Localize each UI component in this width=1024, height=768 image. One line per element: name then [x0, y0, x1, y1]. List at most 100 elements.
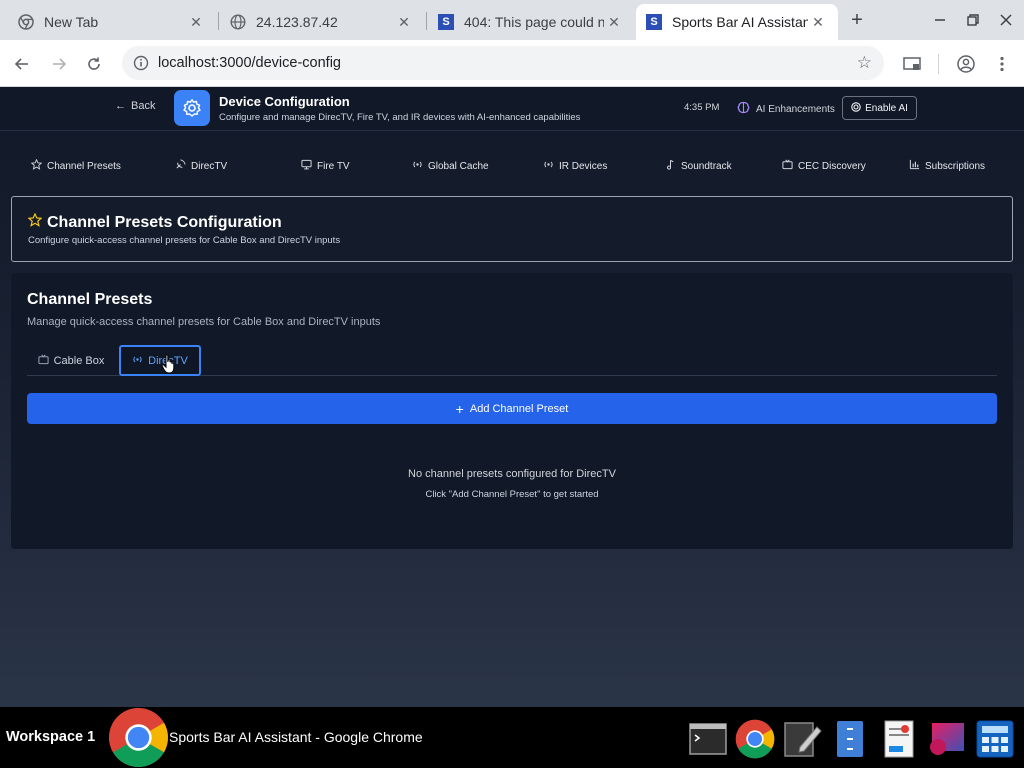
back-button[interactable]: ← Back — [115, 100, 155, 112]
tab-cable-box[interactable]: Cable Box — [27, 345, 115, 376]
browser-tab-strip: New Tab ✕ 24.123.87.42 ✕ S 404: This pag… — [0, 0, 1024, 40]
browser-toolbar: localhost:3000/device-config ☆ — [0, 40, 1024, 87]
image-viewer-icon[interactable] — [927, 719, 967, 759]
page-title: Device Configuration — [219, 94, 350, 109]
tab-soundtrack[interactable]: Soundtrack — [665, 159, 732, 173]
config-card-subtitle: Configure quick-access channel presets f… — [28, 235, 341, 246]
tab-directv-presets[interactable]: DirecTV — [119, 345, 201, 376]
restore-icon[interactable] — [961, 8, 985, 32]
tab-divider — [426, 12, 427, 30]
url-text: localhost:3000/device-config — [158, 55, 341, 71]
enable-ai-label: Enable AI — [865, 102, 908, 114]
ai-enhancements-badge: AI Enhancements — [737, 101, 835, 117]
browser-tab-sports-bar[interactable]: S Sports Bar AI Assistant ✕ — [636, 4, 838, 40]
enable-ai-button[interactable]: Enable AI — [842, 96, 917, 120]
tab-ir-devices[interactable]: IR Devices — [543, 159, 607, 173]
empty-state-hint: Click "Add Channel Preset" to get starte… — [425, 489, 599, 500]
tab-title: New Tab — [44, 14, 99, 30]
tab-global-cache[interactable]: Global Cache — [412, 159, 489, 173]
tab-label: Global Cache — [428, 160, 489, 172]
forward-arrow-icon[interactable] — [47, 52, 71, 76]
address-bar[interactable]: localhost:3000/device-config ☆ — [122, 46, 884, 80]
tab-label: Subscriptions — [925, 160, 986, 172]
tab-fire-tv[interactable]: Fire TV — [301, 159, 350, 173]
device-config-tabs: Channel Presets DirecTV Fire TV Global C… — [0, 131, 1024, 195]
cast-icon[interactable] — [900, 52, 924, 76]
chrome-logo-icon[interactable] — [108, 707, 169, 768]
back-label: Back — [131, 100, 156, 112]
radio-icon — [132, 354, 148, 368]
chrome-icon — [18, 14, 34, 30]
bar-chart-icon — [909, 159, 925, 173]
tv-icon — [38, 354, 54, 368]
tab-divider — [218, 12, 219, 30]
calculator-icon[interactable] — [975, 719, 1015, 759]
tab-cec-discovery[interactable]: CEC Discovery — [782, 159, 866, 173]
kebab-menu-icon[interactable] — [990, 52, 1014, 76]
target-icon — [851, 101, 865, 115]
close-tab-icon[interactable]: ✕ — [394, 12, 414, 32]
tab-label: Cable Box — [53, 354, 105, 367]
star-icon — [30, 158, 47, 173]
radio-icon — [543, 159, 559, 173]
toolbar-divider — [938, 54, 939, 74]
clock-time: 4:35 PM — [684, 102, 720, 113]
channel-presets-card: Channel Presets Manage quick-access chan… — [11, 273, 1013, 549]
back-arrow-icon[interactable] — [10, 52, 34, 76]
tab-title: 24.123.87.42 — [256, 14, 338, 30]
terminal-icon[interactable] — [688, 719, 728, 759]
page-subtitle: Configure and manage DirecTV, Fire TV, a… — [219, 112, 581, 123]
tab-label: IR Devices — [559, 160, 608, 172]
settings-gear-icon — [174, 90, 210, 126]
music-icon — [665, 159, 681, 173]
workspace-label[interactable]: Workspace 1 — [6, 729, 95, 745]
tab-directv[interactable]: DirecTV — [175, 159, 227, 173]
app-header: ← Back Device Configuration Configure an… — [0, 87, 1024, 131]
tab-label: CEC Discovery — [798, 160, 866, 172]
bookmark-star-icon[interactable]: ☆ — [857, 53, 872, 73]
tab-title: 404: This page could not be found — [464, 14, 604, 30]
browser-tab-ip[interactable]: 24.123.87.42 ✕ — [220, 4, 424, 40]
brain-icon — [737, 101, 756, 117]
plus-icon: + — [455, 400, 464, 417]
close-window-icon[interactable] — [994, 8, 1018, 32]
config-card-title-text: Channel Presets Configuration — [47, 213, 282, 231]
close-tab-icon[interactable]: ✕ — [808, 12, 828, 32]
chrome-taskbar-icon[interactable] — [735, 719, 775, 759]
satellite-icon — [175, 159, 191, 173]
browser-tab-new-tab[interactable]: New Tab ✕ — [8, 4, 216, 40]
tab-label: Soundtrack — [681, 160, 732, 172]
active-window-title: Sports Bar AI Assistant - Google Chrome — [169, 729, 423, 745]
radio-icon — [412, 159, 428, 173]
text-editor-icon[interactable] — [782, 719, 822, 759]
minimize-icon[interactable] — [928, 8, 952, 32]
document-viewer-icon[interactable] — [879, 719, 919, 759]
add-button-label: Add Channel Preset — [469, 402, 569, 415]
tv-icon — [782, 159, 798, 173]
ai-enhancements-label: AI Enhancements — [756, 103, 835, 115]
arrow-left-icon: ← — [115, 100, 126, 112]
close-tab-icon[interactable]: ✕ — [604, 12, 624, 32]
config-card-title: Channel Presets Configuration — [27, 212, 282, 232]
star-icon — [27, 212, 47, 232]
hand-cursor-icon — [161, 354, 177, 379]
tab-subscriptions[interactable]: Subscriptions — [909, 159, 985, 173]
tab-title: Sports Bar AI Assistant — [672, 14, 808, 30]
browser-tab-404[interactable]: S 404: This page could not be found ✕ — [428, 4, 634, 40]
tab-label: Channel Presets — [47, 160, 121, 172]
globe-icon — [230, 14, 246, 30]
s-favicon: S — [438, 14, 454, 30]
presets-card-subtitle: Manage quick-access channel presets for … — [27, 316, 381, 328]
file-cabinet-icon[interactable] — [830, 719, 870, 759]
close-tab-icon[interactable]: ✕ — [186, 12, 206, 32]
site-info-icon[interactable] — [126, 55, 156, 71]
tab-channel-presets[interactable]: Channel Presets — [30, 158, 121, 173]
empty-state-title: No channel presets configured for DirecT… — [408, 468, 616, 480]
new-tab-plus-icon[interactable]: + — [846, 9, 868, 31]
reload-icon[interactable] — [82, 52, 106, 76]
presets-card-title: Channel Presets — [27, 291, 153, 308]
tab-label: DirecTV — [191, 160, 228, 172]
add-channel-preset-button[interactable]: + Add Channel Preset — [27, 393, 997, 424]
s-favicon: S — [646, 14, 662, 30]
profile-icon[interactable] — [954, 52, 978, 76]
